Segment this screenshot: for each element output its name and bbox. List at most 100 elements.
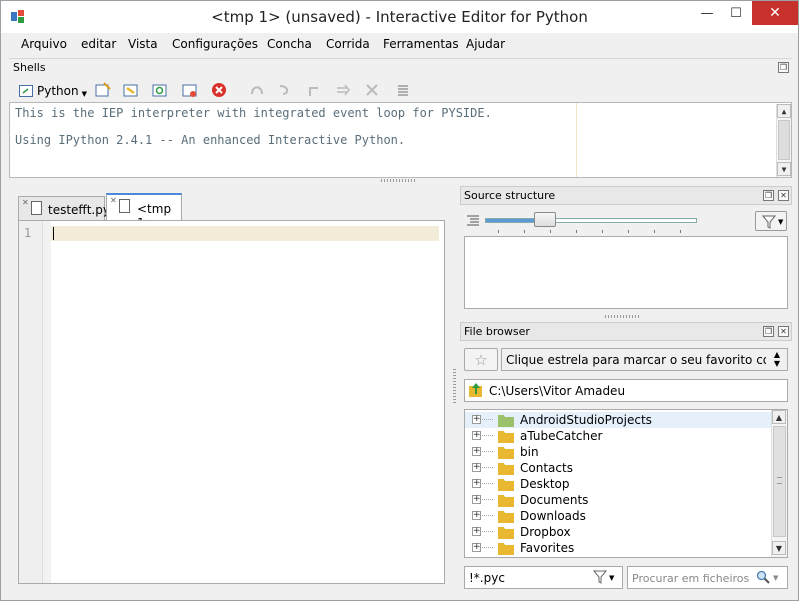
- close-dock-icon[interactable]: ✕: [778, 190, 789, 201]
- list-item[interactable]: + Downloads: [465, 508, 771, 524]
- level-slider-thumb[interactable]: [534, 212, 556, 227]
- tree-connector: [482, 499, 494, 500]
- path-input[interactable]: C:\Users\Vitor Amadeu: [464, 379, 788, 402]
- terminate-icon[interactable]: [182, 82, 198, 98]
- list-item[interactable]: + Documents: [465, 492, 771, 508]
- shell-output[interactable]: This is the IEP interpreter with integra…: [9, 102, 792, 178]
- shell-line-1: This is the IEP interpreter with integra…: [15, 106, 492, 120]
- shell-scrollbar[interactable]: ▲ ▼: [776, 104, 791, 177]
- menu-ajudar[interactable]: Ajudar: [466, 37, 505, 51]
- search-files-input[interactable]: Procurar em ficheiros ▼: [627, 566, 788, 589]
- code-editor[interactable]: 1: [18, 220, 445, 584]
- document-icon: [31, 201, 42, 215]
- title-bar: <tmp 1> (unsaved) - Interactive Editor f…: [1, 1, 798, 33]
- tab-tmp1[interactable]: ✕ <tmp 1>: [106, 193, 182, 230]
- dropdown-arrow-icon[interactable]: ▼: [773, 574, 778, 582]
- file-tree[interactable]: + AndroidStudioProjects + aTubeCatcher +…: [464, 409, 788, 558]
- file-tree-scroll-thumb[interactable]: [773, 426, 786, 537]
- window-title: <tmp 1> (unsaved) - Interactive Editor f…: [211, 8, 588, 26]
- debug-stop-icon: [366, 84, 378, 96]
- filter-options-button[interactable]: ▼: [755, 211, 787, 231]
- android-folder-icon: [498, 415, 514, 427]
- debug-step-over-icon: [279, 85, 289, 95]
- folder-icon: [498, 527, 514, 539]
- tab-close-icon[interactable]: ✕: [22, 198, 29, 207]
- file-pattern-text: !*.pyc: [469, 571, 505, 585]
- tab-close-icon[interactable]: ✕: [110, 196, 117, 205]
- menu-arquivo[interactable]: Arquivo: [21, 37, 67, 51]
- list-item[interactable]: + Favorites: [465, 540, 771, 556]
- folder-icon: [498, 543, 514, 555]
- list-item[interactable]: + Contacts: [465, 460, 771, 476]
- folder-up-icon[interactable]: [468, 382, 484, 398]
- scroll-up-icon[interactable]: ▲: [772, 410, 786, 424]
- expand-icon[interactable]: +: [472, 527, 481, 536]
- list-item[interactable]: + Desktop: [465, 476, 771, 492]
- menu-corrida[interactable]: Corrida: [326, 37, 370, 51]
- filter-icon[interactable]: [593, 570, 607, 584]
- level-slider[interactable]: [485, 218, 697, 223]
- expand-icon[interactable]: +: [472, 463, 481, 472]
- list-options-icon[interactable]: [467, 214, 479, 226]
- close-dock-icon[interactable]: ✕: [778, 326, 789, 337]
- expand-icon[interactable]: +: [472, 543, 481, 552]
- shell-scroll-thumb[interactable]: [778, 120, 790, 160]
- tab-testefft[interactable]: ✕ testefft.py: [18, 196, 110, 220]
- list-item[interactable]: + Dropbox: [465, 524, 771, 540]
- dropdown-arrow-icon[interactable]: ▼: [609, 574, 614, 582]
- scroll-up-icon[interactable]: ▲: [777, 104, 791, 118]
- expand-icon[interactable]: +: [472, 511, 481, 520]
- line-number: 1: [24, 226, 32, 240]
- undock-icon[interactable]: ❐: [778, 62, 789, 73]
- spin-arrows-icon[interactable]: ▲ ▼: [768, 350, 786, 369]
- interrupt-icon[interactable]: [123, 82, 139, 98]
- shells-dock-header: Shells ❐: [9, 58, 792, 76]
- close-shell-icon[interactable]: [211, 82, 227, 98]
- maximize-button[interactable]: ☐: [719, 1, 753, 25]
- favorites-combo[interactable]: Clique estrela para marcar o seu favorit…: [501, 348, 788, 371]
- menu-ferramentas[interactable]: Ferramentas: [383, 37, 459, 51]
- list-item[interactable]: + bin: [465, 444, 771, 460]
- expand-icon[interactable]: +: [472, 495, 481, 504]
- editor-splitter-handle[interactable]: [453, 369, 456, 403]
- fold-margin[interactable]: [43, 221, 51, 583]
- scroll-down-icon[interactable]: ▼: [772, 541, 786, 555]
- file-pattern-input[interactable]: !*.pyc ▼: [464, 566, 623, 589]
- debug-step-out-icon: [309, 87, 318, 96]
- menu-vista[interactable]: Vista: [128, 37, 158, 51]
- dock-splitter-handle[interactable]: [605, 315, 641, 318]
- file-tree-scrollbar[interactable]: ▲ ▼: [771, 410, 787, 557]
- undock-icon[interactable]: ❐: [763, 326, 774, 337]
- folder-icon: [498, 431, 514, 443]
- list-item[interactable]: + aTubeCatcher: [465, 428, 771, 444]
- slider-tick: [576, 230, 577, 233]
- shells-title: Shells: [13, 61, 46, 74]
- scroll-down-icon[interactable]: ▼: [777, 162, 791, 176]
- menu-concha[interactable]: Concha: [267, 37, 312, 51]
- menu-configuracoes[interactable]: Configurações: [172, 37, 258, 51]
- python-shell-select-button[interactable]: Python ▼: [15, 81, 91, 100]
- expand-icon[interactable]: +: [472, 415, 481, 424]
- source-structure-tree[interactable]: [464, 236, 788, 309]
- expand-icon[interactable]: +: [472, 479, 481, 488]
- tree-connector: [482, 515, 494, 516]
- expand-icon[interactable]: +: [472, 431, 481, 440]
- slider-tick: [654, 230, 655, 233]
- favorites-combo-text: Clique estrela para marcar o seu favorit…: [506, 353, 766, 367]
- tree-connector: [482, 467, 494, 468]
- star-favorite-button[interactable]: ☆: [464, 348, 498, 371]
- slider-tick: [628, 230, 629, 233]
- tree-connector: [482, 451, 494, 452]
- close-button[interactable]: ✕: [752, 1, 798, 25]
- search-icon[interactable]: [756, 570, 770, 584]
- folder-icon: [498, 447, 514, 459]
- restart-icon[interactable]: [152, 82, 168, 98]
- list-item[interactable]: + AndroidStudioProjects: [465, 412, 771, 428]
- menu-editar[interactable]: editar: [81, 37, 116, 51]
- undock-icon[interactable]: ❐: [763, 190, 774, 201]
- menu-bar: Arquivo editar Vista Configurações Conch…: [9, 34, 792, 55]
- file-item-label: Contacts: [520, 461, 573, 475]
- expand-icon[interactable]: +: [472, 447, 481, 456]
- shell-splitter-handle[interactable]: [381, 179, 417, 182]
- new-shell-icon[interactable]: [95, 82, 111, 98]
